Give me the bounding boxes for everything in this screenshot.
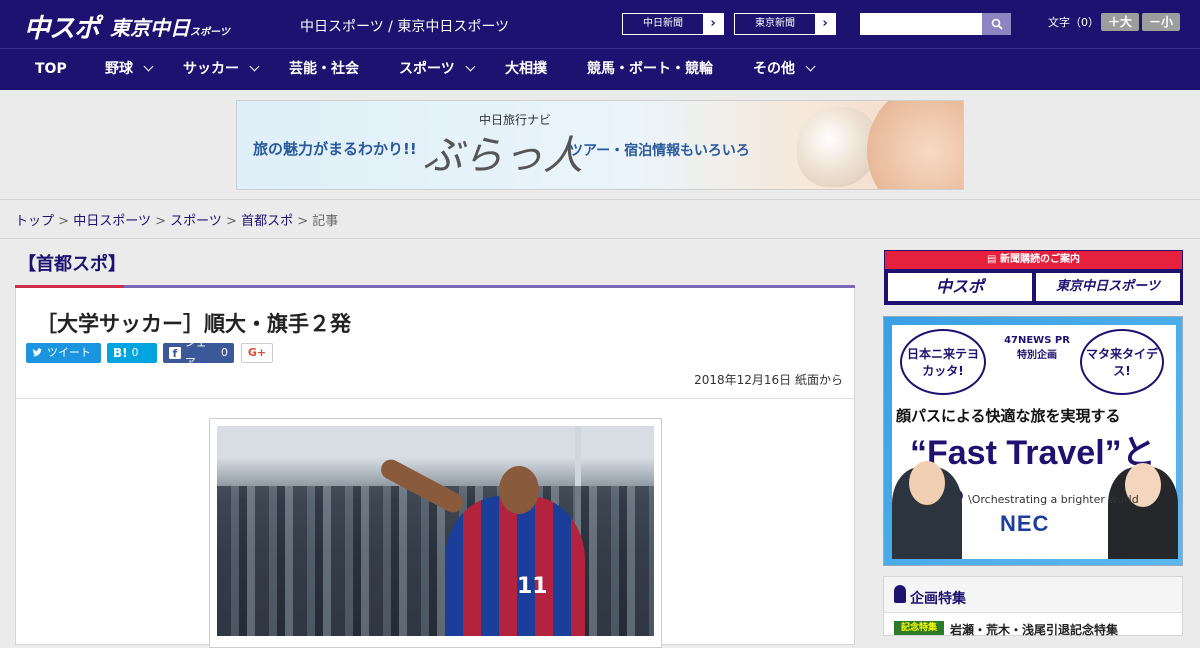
nav-label: スポーツ bbox=[399, 61, 455, 77]
hatena-count: 0 bbox=[131, 346, 139, 359]
breadcrumb-link-sports[interactable]: スポーツ bbox=[170, 214, 222, 229]
hatena-bookmark-button[interactable]: B! 0 bbox=[107, 343, 157, 363]
header-bar: 中スポ 東京中日スポーツ 中日スポーツ / 東京中日スポーツ 中日新聞 › 東京… bbox=[0, 0, 1200, 48]
search-icon bbox=[991, 18, 1003, 30]
nav-label: 芸能・社会 bbox=[289, 61, 359, 77]
chunichi-shimbun-label: 中日新聞 bbox=[643, 18, 683, 29]
banner-brand-big: ぶらっ人 bbox=[423, 133, 583, 179]
newspaper-icon: ▤ bbox=[987, 254, 1000, 265]
section-title: 【首都スポ】 bbox=[18, 254, 126, 275]
site-tagline: 中日スポーツ / 東京中日スポーツ bbox=[300, 19, 510, 35]
breadcrumb-separator: > bbox=[297, 214, 309, 229]
twitter-bird-icon bbox=[32, 348, 43, 357]
divider bbox=[16, 398, 854, 399]
banner-area: 旅の魅力がまるわかり!! 中日旅行ナビ ぶらっ人 ツアー・宿泊情報もいろいろ bbox=[0, 90, 1200, 200]
nav-item-sports[interactable]: スポーツ bbox=[399, 49, 476, 91]
nav-item-soccer[interactable]: サッカー bbox=[183, 49, 260, 91]
chevron-right-icon: › bbox=[703, 14, 723, 34]
chevron-down-icon bbox=[143, 61, 154, 72]
ribbon-icon bbox=[894, 585, 906, 603]
breadcrumb-separator: > bbox=[155, 214, 166, 229]
main-nav: TOP 野球 サッカー 芸能・社会 スポーツ 大相撲 競馬・ボート・競輪 その他 bbox=[0, 48, 1200, 90]
nav-item-sumo[interactable]: 大相撲 bbox=[505, 49, 547, 91]
ad-man-face bbox=[909, 461, 945, 505]
banner-right-text: ツアー・宿泊情報もいろいろ bbox=[569, 143, 750, 159]
ad-line-3: \Orchestrating a brighter world bbox=[968, 493, 1139, 506]
nav-item-other[interactable]: その他 bbox=[753, 49, 816, 91]
subscription-box: ▤ 新聞購読のご案内 中スポ 東京中日スポーツ bbox=[884, 250, 1183, 305]
nav-label: サッカー bbox=[183, 61, 239, 77]
feature-title: 企画特集 bbox=[910, 591, 966, 607]
chuspo-subscribe-link[interactable]: 中スポ bbox=[888, 273, 1032, 301]
feature-box: 企画特集 記念特集 岩瀬・荒木・浅尾引退記念特集 bbox=[883, 576, 1183, 637]
shell-image bbox=[797, 107, 877, 187]
tweet-label: ツイート bbox=[47, 346, 91, 359]
nav-label: 野球 bbox=[105, 61, 133, 77]
banner-left-text: 旅の魅力がまるわかり!! bbox=[253, 140, 417, 158]
travel-navi-banner[interactable]: 旅の魅力がまるわかり!! 中日旅行ナビ ぶらっ人 ツアー・宿泊情報もいろいろ bbox=[236, 100, 964, 190]
chevron-right-icon: › bbox=[815, 14, 835, 34]
ad-pr-label: 47NEWS PR特別企画 bbox=[1004, 335, 1070, 361]
facebook-count: 0 bbox=[221, 346, 228, 359]
subscription-heading: ▤ 新聞購読のご案内 bbox=[885, 251, 1182, 269]
ad-speech-bubble-right: マタ来タイデス! bbox=[1080, 329, 1164, 395]
nec-logo: NEC bbox=[1000, 511, 1050, 536]
tweet-button[interactable]: ツイート bbox=[26, 343, 101, 363]
search-input[interactable] bbox=[860, 13, 982, 35]
nav-item-racing[interactable]: 競馬・ボート・競輪 bbox=[587, 49, 713, 91]
tokyo-shimbun-link[interactable]: 東京新聞 › bbox=[734, 13, 836, 35]
facebook-share-label: シェア bbox=[184, 336, 207, 369]
chevron-down-icon bbox=[249, 61, 260, 72]
breadcrumb-separator: > bbox=[58, 214, 70, 229]
chunichi-shimbun-link[interactable]: 中日新聞 › bbox=[622, 13, 724, 35]
facebook-share-button[interactable]: f シェア 0 bbox=[163, 336, 234, 369]
jersey-number: 11 bbox=[517, 574, 548, 599]
breadcrumb-separator: > bbox=[226, 214, 237, 229]
subscription-heading-text: 新聞購読のご案内 bbox=[999, 254, 1080, 265]
search-button[interactable] bbox=[982, 13, 1011, 35]
breadcrumb-link-top[interactable]: トップ bbox=[15, 214, 54, 229]
article-accent-line bbox=[15, 285, 855, 288]
font-size-label: 文字（0） bbox=[1048, 16, 1099, 29]
tokyo-chunichi-subscribe-link[interactable]: 東京中日スポーツ bbox=[1036, 273, 1180, 301]
nav-item-entertainment[interactable]: 芸能・社会 bbox=[289, 49, 359, 91]
tokyo-chunichi-logo-text: 東京中日 bbox=[110, 16, 190, 40]
nav-label: 競馬・ボート・競輪 bbox=[587, 61, 713, 77]
tokyo-shimbun-label: 東京新聞 bbox=[755, 18, 795, 29]
nav-item-baseball[interactable]: 野球 bbox=[105, 49, 154, 91]
article-photo[interactable]: 11 bbox=[217, 426, 654, 636]
facebook-icon: f bbox=[169, 347, 181, 360]
nav-item-top[interactable]: TOP bbox=[35, 49, 67, 91]
ad-line-1: 顔パスによる快適な旅を実現する bbox=[896, 407, 1121, 425]
ad-woman-photo bbox=[1108, 463, 1178, 559]
feature-heading: 企画特集 bbox=[884, 577, 1182, 613]
ad-man-photo bbox=[892, 461, 962, 559]
tokyo-chunichi-logo[interactable]: 東京中日スポーツ bbox=[110, 12, 230, 41]
photo-crowd bbox=[217, 486, 654, 636]
google-plus-button[interactable]: G+ bbox=[241, 343, 273, 363]
feature-thumbnail[interactable]: 記念特集 bbox=[894, 621, 944, 635]
nav-label: その他 bbox=[753, 61, 795, 77]
breadcrumb-link-shuto-spo[interactable]: 首都スポ bbox=[241, 214, 293, 229]
search-box bbox=[860, 13, 1011, 35]
chuspo-logo[interactable]: 中スポ bbox=[24, 8, 100, 45]
photo-player bbox=[445, 496, 585, 636]
nav-label: 大相撲 bbox=[505, 61, 547, 77]
ad-speech-bubble-left: 日本ニ来テヨカッタ! bbox=[900, 329, 986, 395]
font-larger-button[interactable]: ＋大 bbox=[1101, 13, 1139, 31]
tokyo-chunichi-logo-small: スポーツ bbox=[190, 27, 230, 38]
nec-fast-travel-ad[interactable]: 日本ニ来テヨカッタ! 47NEWS PR特別企画 マタ来タイデス! 顔パスによる… bbox=[883, 316, 1183, 566]
breadcrumb-current: 記事 bbox=[312, 214, 339, 229]
breadcrumb: トップ > 中日スポーツ > スポーツ > 首都スポ > 記事 bbox=[15, 210, 338, 229]
breadcrumb-link-chunichi-sports[interactable]: 中日スポーツ bbox=[73, 214, 151, 229]
article-date: 2018年12月16日 紙面から bbox=[694, 373, 843, 387]
font-smaller-button[interactable]: －小 bbox=[1142, 13, 1180, 31]
chevron-down-icon bbox=[805, 61, 816, 72]
woman-photo bbox=[867, 101, 963, 189]
hatena-icon: B! bbox=[113, 346, 128, 360]
divider bbox=[0, 238, 1200, 239]
nav-label: TOP bbox=[35, 61, 67, 77]
photo-head bbox=[499, 466, 539, 514]
chevron-down-icon bbox=[465, 61, 476, 72]
